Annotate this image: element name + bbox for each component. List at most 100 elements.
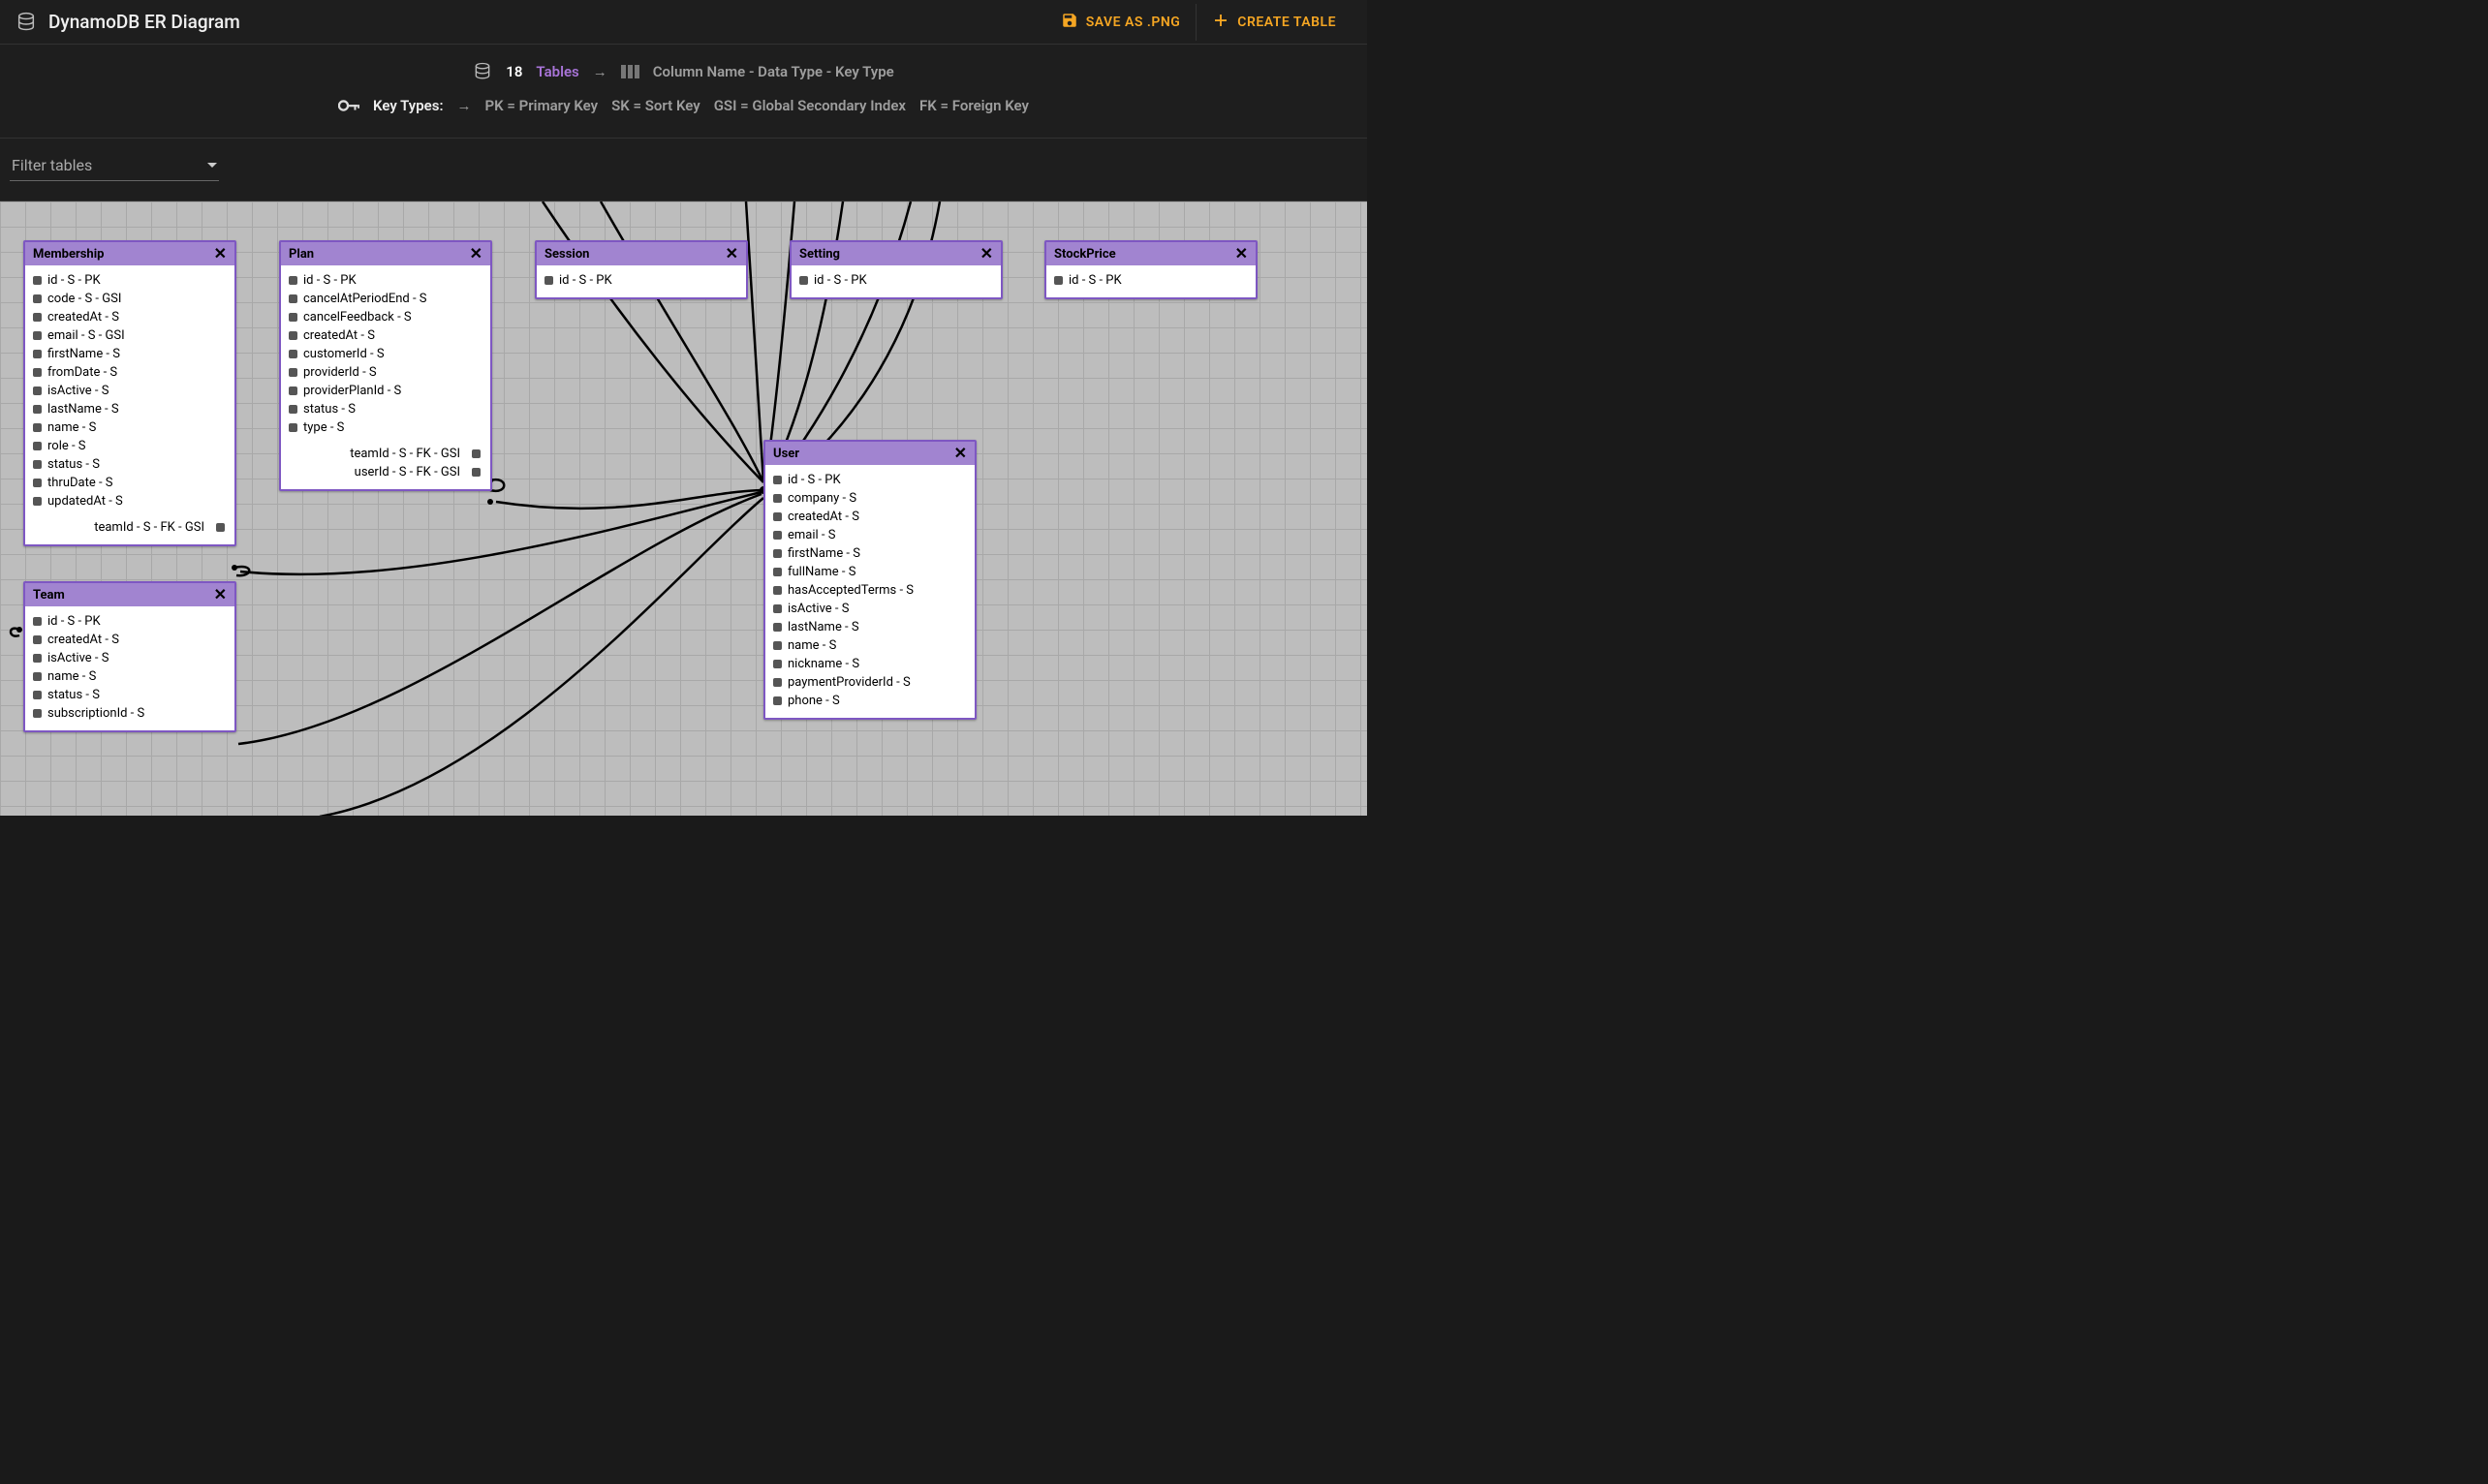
table-column[interactable]: hasAcceptedTerms - S (773, 581, 967, 600)
close-icon[interactable]: ✕ (726, 246, 738, 262)
key-icon (338, 99, 359, 112)
table-column[interactable]: type - S (289, 418, 482, 437)
table-column[interactable]: id - S - PK (33, 612, 227, 631)
close-icon[interactable]: ✕ (954, 446, 967, 461)
table-name: Membership (33, 247, 104, 262)
table-column[interactable]: createdAt - S (289, 326, 482, 345)
close-icon[interactable]: ✕ (470, 246, 482, 262)
table-column[interactable]: createdAt - S (33, 631, 227, 649)
table-column[interactable]: id - S - PK (289, 271, 482, 290)
table-column[interactable]: firstName - S (33, 345, 227, 363)
table-column[interactable]: id - S - PK (773, 471, 967, 489)
table-column[interactable]: phone - S (773, 692, 967, 710)
table-column[interactable]: name - S (33, 418, 227, 437)
column-label: createdAt - S (788, 510, 859, 524)
save-button-label: SAVE AS .PNG (1086, 15, 1181, 30)
table-header[interactable]: Setting ✕ (792, 242, 1001, 265)
table-membership[interactable]: Membership ✕ id - S - PK code - S - GSI cr… (23, 240, 236, 546)
table-column[interactable]: cancelAtPeriodEnd - S (289, 290, 482, 308)
table-name: User (773, 447, 799, 461)
table-column[interactable]: status - S (289, 400, 482, 418)
table-column[interactable]: isActive - S (33, 649, 227, 667)
table-column[interactable]: email - S - GSI (33, 326, 227, 345)
table-column[interactable]: createdAt - S (33, 308, 227, 326)
table-column[interactable]: lastName - S (773, 618, 967, 636)
table-column[interactable]: company - S (773, 489, 967, 508)
port-dot (1054, 276, 1063, 285)
table-column[interactable]: subscriptionId - S (33, 704, 227, 723)
table-column[interactable]: id - S - PK (1054, 271, 1248, 290)
table-user[interactable]: User ✕ id - S - PKcompany - S createdAt -… (763, 440, 977, 720)
table-header[interactable]: User ✕ (765, 442, 975, 465)
table-column[interactable]: name - S (773, 636, 967, 655)
save-png-button[interactable]: SAVE AS .PNG (1045, 4, 1197, 41)
table-column[interactable]: status - S (33, 686, 227, 704)
table-column[interactable]: code - S - GSI (33, 290, 227, 308)
table-column[interactable]: isActive - S (33, 382, 227, 400)
table-column[interactable]: id - S - PK (33, 271, 227, 290)
create-button-label: CREATE TABLE (1237, 15, 1336, 30)
table-header[interactable]: Plan ✕ (281, 242, 490, 265)
table-header[interactable]: Membership ✕ (25, 242, 234, 265)
table-column[interactable]: fromDate - S (33, 363, 227, 382)
table-column[interactable]: cancelFeedback - S (289, 308, 482, 326)
column-label: id - S - PK (814, 273, 867, 288)
column-label: createdAt - S (47, 633, 119, 647)
table-column[interactable]: email - S (773, 526, 967, 544)
close-icon[interactable]: ✕ (980, 246, 993, 262)
table-setting[interactable]: Setting ✕ id - S - PK (790, 240, 1003, 299)
table-column[interactable]: nickname - S (773, 655, 967, 673)
port-dot (773, 641, 782, 650)
table-column[interactable]: customerId - S (289, 345, 482, 363)
port-dot (773, 476, 782, 484)
table-column[interactable]: lastName - S (33, 400, 227, 418)
column-label: id - S - PK (47, 614, 101, 629)
table-header[interactable]: Session ✕ (537, 242, 746, 265)
column-label: customerId - S (303, 347, 385, 361)
port-dot (33, 368, 42, 377)
column-label: userId - S - FK - GSI (355, 465, 460, 479)
close-icon[interactable]: ✕ (214, 246, 227, 262)
table-column[interactable]: teamId - S - FK - GSI (33, 518, 225, 537)
table-column[interactable]: thruDate - S (33, 474, 227, 492)
table-column[interactable]: fullName - S (773, 563, 967, 581)
table-header[interactable]: Team ✕ (25, 583, 234, 606)
port-dot (289, 276, 297, 285)
table-column[interactable]: paymentProviderId - S (773, 673, 967, 692)
column-label: createdAt - S (47, 310, 119, 325)
port-dot (773, 531, 782, 540)
column-label: isActive - S (788, 602, 849, 616)
table-column[interactable]: firstName - S (773, 544, 967, 563)
filter-tables-select[interactable]: Filter tables (10, 152, 219, 181)
tables-link[interactable]: Tables (536, 63, 578, 80)
legend-row-keys: Key Types: → PK = Primary Key SK = Sort … (0, 97, 1367, 114)
table-stockprice[interactable]: StockPrice ✕ id - S - PK (1044, 240, 1258, 299)
column-label: fromDate - S (47, 365, 117, 380)
table-column[interactable]: name - S (33, 667, 227, 686)
table-column[interactable]: createdAt - S (773, 508, 967, 526)
table-right-cols: teamId - S - FK - GSI userId - S - FK - G… (281, 445, 490, 489)
table-column[interactable]: updatedAt - S (33, 492, 227, 510)
create-table-button[interactable]: CREATE TABLE (1196, 4, 1352, 41)
table-session[interactable]: Session ✕ id - S - PK (535, 240, 748, 299)
table-column[interactable]: userId - S - FK - GSI (289, 463, 481, 481)
table-column[interactable]: providerId - S (289, 363, 482, 382)
port-dot (472, 468, 481, 477)
table-column[interactable]: teamId - S - FK - GSI (289, 445, 481, 463)
column-label: id - S - PK (47, 273, 101, 288)
table-column[interactable]: status - S (33, 455, 227, 474)
table-plan[interactable]: Plan ✕ id - S - PKcancelAtPeriodEnd - Sc… (279, 240, 492, 491)
table-column[interactable]: providerPlanId - S (289, 382, 482, 400)
table-column[interactable]: id - S - PK (799, 271, 993, 290)
table-column[interactable]: id - S - PK (544, 271, 738, 290)
column-label: phone - S (788, 694, 840, 708)
port-dot (33, 672, 42, 681)
er-canvas[interactable]: Membership ✕ id - S - PK code - S - GSI cr… (0, 201, 1367, 816)
close-icon[interactable]: ✕ (1235, 246, 1248, 262)
database-icon (473, 62, 492, 81)
close-icon[interactable]: ✕ (214, 587, 227, 603)
table-column[interactable]: role - S (33, 437, 227, 455)
table-column[interactable]: isActive - S (773, 600, 967, 618)
table-header[interactable]: StockPrice ✕ (1046, 242, 1256, 265)
table-team[interactable]: Team ✕ id - S - PK createdAt - S isActive … (23, 581, 236, 732)
